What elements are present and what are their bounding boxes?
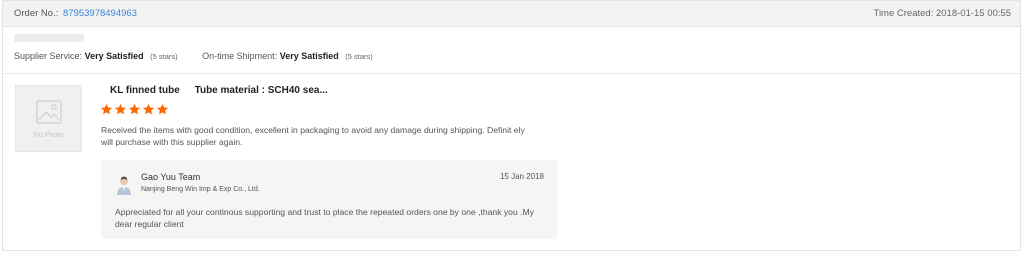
product-title[interactable]: KL finned tube Tube material : SCH40 sea… [110, 85, 340, 96]
time-created: Time Created: 2018-01-15 00:55 [874, 1, 1012, 27]
reply-company: Nanjing Beng Win Imp & Exp Co., Ltd. [141, 186, 260, 193]
star-icon [156, 103, 169, 115]
order-header: Order No.: 87953978494963 Time Created: … [3, 1, 1020, 27]
order-number-label: Order No.: [14, 8, 59, 19]
star-icon [128, 103, 141, 115]
no-photo-label: No Photo [33, 132, 64, 139]
supplier-service-stars: (5 stars) [150, 52, 178, 61]
shipment-label: On-time Shipment: [202, 51, 278, 61]
image-placeholder-icon [36, 100, 62, 124]
redacted-buyer-name [14, 34, 84, 42]
supplier-ratings: Supplier Service: Very Satisfied (5 star… [14, 51, 395, 61]
reply-author: Gao Yuu Team [141, 172, 201, 182]
product-spec: Tube material : SCH40 sea... [194, 85, 328, 96]
supplier-service-rating: Supplier Service: Very Satisfied (5 star… [14, 51, 178, 61]
supplier-service-value: Very Satisfied [84, 51, 144, 61]
reply-date: 15 Jan 2018 [499, 172, 544, 181]
shipment-value: Very Satisfied [279, 51, 339, 61]
product-name: KL finned tube [110, 85, 180, 96]
order-review-card: Order No.: 87953978494963 Time Created: … [2, 0, 1021, 251]
star-icon [142, 103, 155, 115]
time-created-label: Time Created: [873, 8, 934, 19]
reply-text: Appreciated for all your continous suppo… [115, 207, 534, 229]
review-text: Received the items with good condition, … [101, 125, 525, 147]
star-icon [114, 103, 127, 115]
star-icon [100, 103, 113, 115]
shipment-rating: On-time Shipment: Very Satisfied (5 star… [202, 51, 373, 61]
shipment-stars: (5 stars) [345, 52, 373, 61]
supplier-reply: Gao Yuu Team Nanjing Beng Win Imp & Exp … [101, 160, 557, 239]
product-rating-stars [100, 103, 169, 116]
order-number-group: Order No.: 87953978494963 [14, 1, 137, 27]
avatar [117, 176, 131, 195]
time-created-value: 2018-01-15 00:55 [935, 8, 1011, 19]
section-divider [3, 73, 1020, 74]
supplier-service-label: Supplier Service: [14, 51, 83, 61]
order-number-link[interactable]: 87953978494963 [63, 8, 137, 19]
product-photo-placeholder[interactable]: No Photo [15, 85, 82, 152]
